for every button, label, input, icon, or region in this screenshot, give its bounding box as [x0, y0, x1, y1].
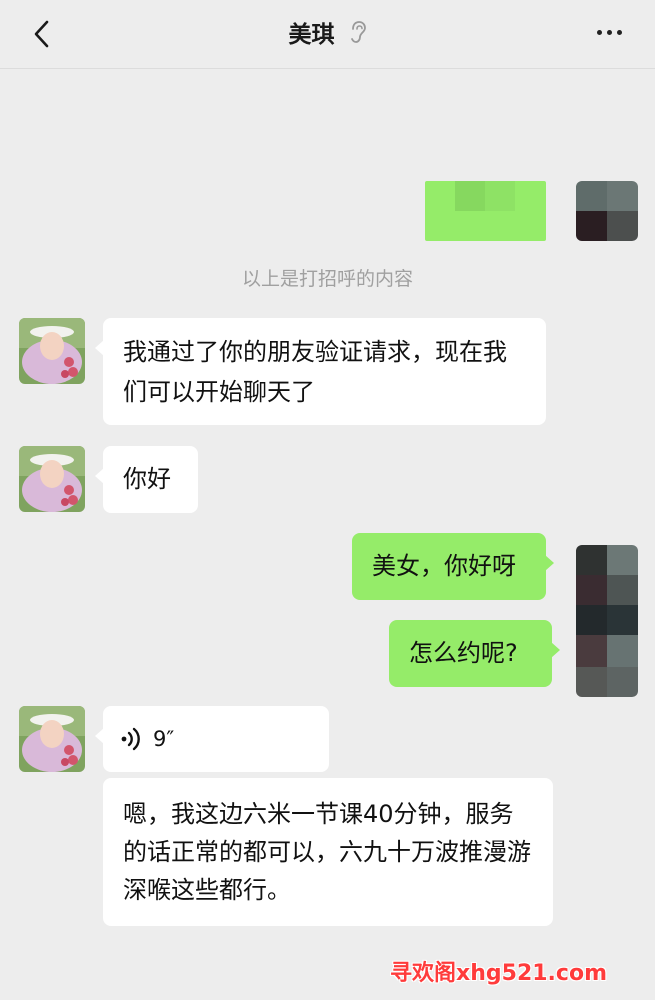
- message-text: 嗯，我这边六米一节课40分钟，服务的话正常的都可以，六九十万波推漫游深喉这些都行…: [123, 800, 531, 904]
- voice-duration: 9″: [153, 727, 175, 751]
- pixelated-avatar-image: [576, 545, 638, 697]
- contact-avatar-image: [19, 706, 85, 772]
- message-bubble-service-details[interactable]: 嗯，我这边六米一节课40分钟，服务的话正常的都可以，六九十万波推漫游深喉这些都行…: [103, 778, 553, 926]
- more-dot: [606, 29, 612, 35]
- message-text: 怎么约呢?: [409, 639, 518, 667]
- ear-icon: [350, 21, 366, 43]
- voice-message-bubble[interactable]: 9″: [95, 706, 329, 772]
- system-message: 以上是打招呼的内容: [241, 268, 413, 290]
- contact-avatar-image: [19, 318, 85, 384]
- more-dots-icon: [596, 29, 602, 35]
- more-button[interactable]: [589, 20, 629, 44]
- bubble-tail: [95, 728, 104, 744]
- chat-title: 美琪: [288, 22, 335, 48]
- censored-greeting-bubble: [425, 181, 546, 241]
- bubble-tail: [551, 642, 560, 658]
- contact-avatar[interactable]: [19, 318, 85, 384]
- bubble-tail: [95, 340, 104, 356]
- more-dot: [616, 29, 622, 35]
- contact-avatar[interactable]: [19, 446, 85, 512]
- message-text: 美女，你好呀: [372, 552, 516, 580]
- message-bubble-outgoing-hello[interactable]: 美女，你好呀: [352, 533, 554, 600]
- message-bubble-outgoing-question[interactable]: 怎么约呢?: [389, 620, 560, 687]
- contact-avatar-image: [19, 446, 85, 512]
- bubble-tail: [545, 555, 554, 571]
- message-bubble-hello[interactable]: 你好: [95, 446, 198, 513]
- contact-avatar[interactable]: [19, 706, 85, 772]
- watermark-text: 寻欢阁xhg521.com: [390, 961, 607, 986]
- message-text: 我通过了你的朋友验证请求，现在我们可以开始聊天了: [123, 338, 507, 406]
- self-avatar[interactable]: [576, 181, 638, 241]
- bubble-tail: [95, 468, 104, 484]
- self-avatar[interactable]: [576, 545, 638, 697]
- pixelated-avatar-image: [576, 181, 638, 241]
- message-text: 你好: [123, 465, 171, 493]
- message-bubble-friend-accepted[interactable]: 我通过了你的朋友验证请求，现在我们可以开始聊天了: [95, 318, 546, 425]
- chat-header: 美琪: [0, 0, 655, 69]
- title-area: 美琪: [0, 14, 655, 50]
- voice-wave-icon: [121, 727, 140, 751]
